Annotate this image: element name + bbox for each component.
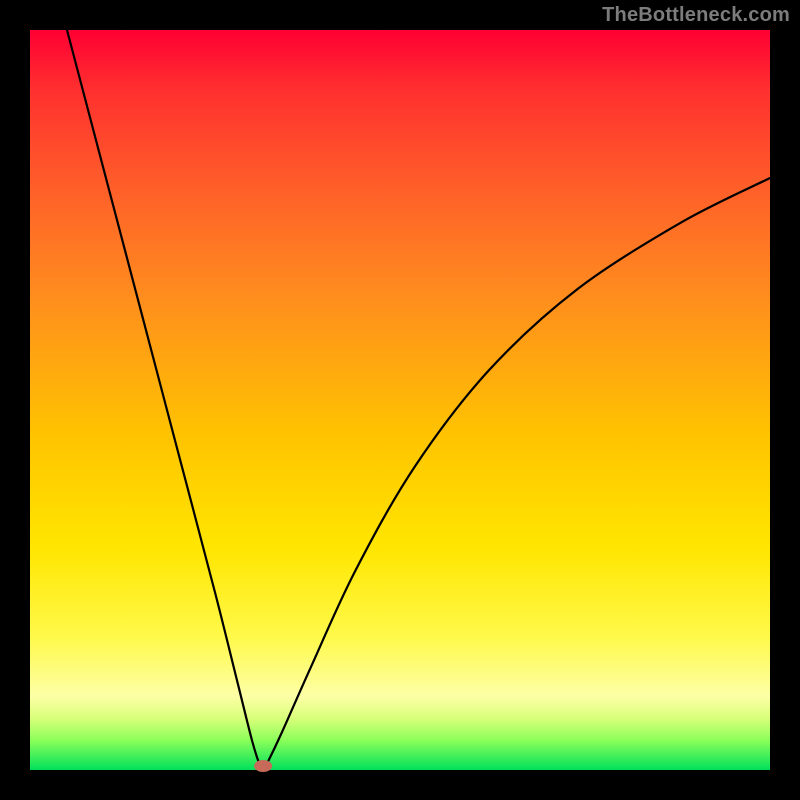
bottleneck-curve	[67, 30, 770, 770]
curve-svg	[30, 30, 770, 770]
plot-area	[30, 30, 770, 770]
chart-frame: TheBottleneck.com	[0, 0, 800, 800]
watermark-label: TheBottleneck.com	[602, 4, 790, 27]
min-point-marker	[254, 760, 272, 772]
